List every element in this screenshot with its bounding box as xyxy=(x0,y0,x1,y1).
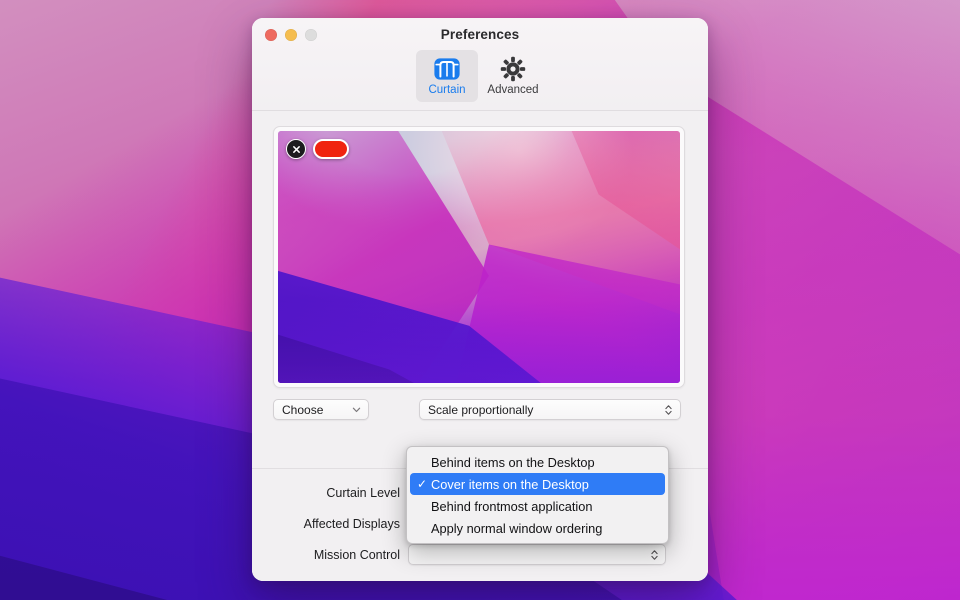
tab-advanced-label: Advanced xyxy=(487,85,538,97)
scale-mode-popup[interactable]: Scale proportionally xyxy=(419,399,681,420)
chevron-up-down-icon xyxy=(649,545,660,564)
gear-icon xyxy=(500,56,526,82)
menu-item-label: Apply normal window ordering xyxy=(431,521,602,536)
menu-item-label: Behind items on the Desktop xyxy=(431,455,595,470)
close-icon xyxy=(291,144,302,155)
checkmark-icon: ✓ xyxy=(417,478,427,490)
choose-image-button[interactable]: Choose xyxy=(273,399,369,420)
menu-item-behind-frontmost[interactable]: Behind frontmost application xyxy=(407,495,668,517)
menu-item-behind-items[interactable]: Behind items on the Desktop xyxy=(407,451,668,473)
mission-control-label: Mission Control xyxy=(252,548,408,562)
curtain-level-dropdown-menu[interactable]: Behind items on the Desktop ✓ Cover item… xyxy=(406,446,669,544)
window-title: Preferences xyxy=(252,27,708,42)
tab-advanced[interactable]: Advanced xyxy=(482,50,544,102)
menu-item-cover-items[interactable]: ✓ Cover items on the Desktop xyxy=(410,473,665,495)
preview-controls-row: Choose Scale proportionally xyxy=(273,399,685,420)
menu-item-normal-ordering[interactable]: Apply normal window ordering xyxy=(407,517,668,539)
chevron-down-icon xyxy=(351,400,362,419)
scale-mode-value: Scale proportionally xyxy=(428,403,533,417)
titlebar: Preferences Curtain xyxy=(252,18,708,110)
curtain-level-label: Curtain Level xyxy=(252,486,408,500)
mission-control-popup[interactable] xyxy=(408,544,666,565)
chevron-up-down-icon xyxy=(663,400,674,419)
tab-curtain-label: Curtain xyxy=(428,85,465,97)
tab-curtain[interactable]: Curtain xyxy=(416,50,478,102)
preview-overlay-controls xyxy=(286,139,349,159)
menu-item-label: Cover items on the Desktop xyxy=(431,477,589,492)
remove-image-button[interactable] xyxy=(286,139,306,159)
toolbar: Curtain xyxy=(252,50,708,102)
menu-item-label: Behind frontmost application xyxy=(431,499,592,514)
curtain-preview-image xyxy=(278,131,680,383)
curtain-preview-box[interactable] xyxy=(273,126,685,388)
curtain-color-swatch[interactable] xyxy=(313,139,349,159)
preview-layer-bottom-glow xyxy=(278,131,680,383)
curtain-icon xyxy=(434,56,460,82)
choose-image-label: Choose xyxy=(282,403,323,417)
affected-displays-label: Affected Displays xyxy=(252,517,408,531)
